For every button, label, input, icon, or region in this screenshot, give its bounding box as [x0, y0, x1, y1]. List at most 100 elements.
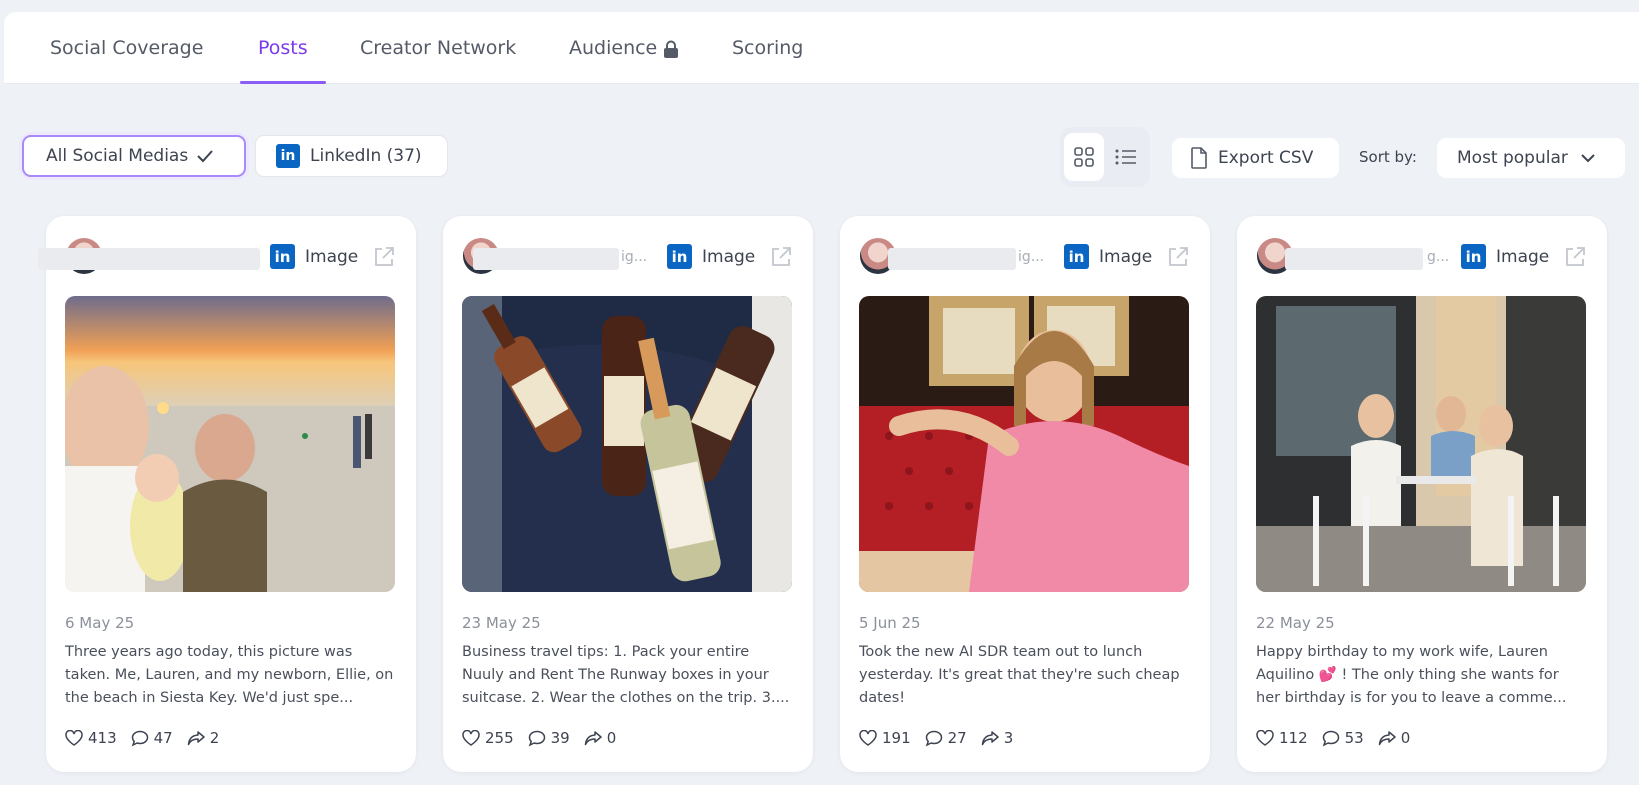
comment-icon: [131, 730, 148, 746]
shares-count: 0: [1400, 729, 1411, 747]
comments-count: 39: [550, 729, 570, 747]
tab-label: Audience: [569, 37, 658, 59]
shares-count: 3: [1003, 729, 1014, 747]
grid-icon: [1074, 147, 1094, 167]
sort-dropdown[interactable]: Most popular: [1437, 138, 1625, 178]
post-card[interactable]: in Image 6 May 25 Three years ago today,…: [38, 216, 416, 772]
tab-bar: Social Coverage Posts Creator Network Au…: [4, 12, 1639, 84]
content-type-label: Image: [1099, 246, 1153, 267]
external-link-icon[interactable]: [770, 246, 792, 268]
comments-stat: 27: [925, 729, 967, 747]
linkedin-icon: in: [1461, 244, 1486, 269]
sort-label: Sort by:: [1359, 148, 1417, 166]
post-text: Three years ago today, this picture was …: [65, 644, 394, 706]
likes-count: 112: [1279, 729, 1308, 747]
content-type: in Image: [667, 244, 755, 269]
post-stats: 112 53 0: [1256, 729, 1424, 747]
post-image-wine-bottles[interactable]: [462, 296, 792, 592]
lock-icon: [664, 40, 679, 58]
list-view-button[interactable]: [1106, 133, 1146, 181]
tab-posts[interactable]: Posts: [240, 12, 326, 84]
linkedin-icon: in: [667, 244, 692, 269]
post-image-beach[interactable]: [65, 296, 395, 592]
post-date: 5 Jun 25: [859, 614, 921, 632]
comment-icon: [1322, 730, 1339, 746]
comments-count: 27: [947, 729, 967, 747]
filter-label: LinkedIn (37): [310, 146, 422, 166]
post-stats: 413 47 2: [65, 729, 233, 747]
external-link-icon[interactable]: [1564, 246, 1586, 268]
content-type-label: Image: [305, 246, 359, 267]
linkedin-icon: in: [270, 244, 295, 269]
sort-value: Most popular: [1457, 148, 1568, 168]
tab-creator-network[interactable]: Creator Network: [360, 12, 516, 84]
author-name-redacted: [888, 248, 1016, 270]
tab-label: Social Coverage: [50, 37, 204, 59]
shares-count: 0: [606, 729, 617, 747]
post-image-restaurant[interactable]: [859, 296, 1189, 592]
author-name-tail: ig...: [621, 249, 648, 265]
post-date: 23 May 25: [462, 614, 541, 632]
filter-label: All Social Medias: [46, 146, 189, 166]
comments-count: 47: [153, 729, 173, 747]
comments-stat: 39: [528, 729, 570, 747]
filter-linkedin[interactable]: in LinkedIn (37): [255, 135, 448, 177]
comment-icon: [528, 730, 545, 746]
post-card[interactable]: ig... in Image 23 May 25 Business travel…: [443, 216, 813, 772]
heart-icon: [65, 730, 83, 746]
grid-view-button[interactable]: [1064, 133, 1104, 181]
csv-file-icon: [1191, 147, 1207, 169]
share-icon: [187, 731, 205, 746]
content-type: in Image: [1461, 244, 1549, 269]
heart-icon: [859, 730, 877, 746]
author-name-tail: g...: [1427, 249, 1450, 265]
tab-label: Scoring: [732, 37, 804, 59]
shares-stat: 2: [187, 729, 220, 747]
comments-count: 53: [1344, 729, 1364, 747]
filter-all-social-medias[interactable]: All Social Medias: [22, 135, 246, 177]
list-icon: [1115, 149, 1136, 165]
post-card[interactable]: g... in Image 22 May 25 Happy birthday t…: [1237, 216, 1607, 772]
share-icon: [1378, 731, 1396, 746]
post-date: 6 May 25: [65, 614, 135, 632]
post-card[interactable]: ig... in Image 5 Jun 25 Took the new AI …: [840, 216, 1210, 772]
share-icon: [584, 731, 602, 746]
author-name-redacted: [473, 248, 619, 270]
heart-icon: [1256, 730, 1274, 746]
share-icon: [981, 731, 999, 746]
comments-stat: 47: [131, 729, 173, 747]
tab-label: Creator Network: [360, 37, 517, 59]
shares-stat: 0: [1378, 729, 1411, 747]
heart-icon: [462, 730, 480, 746]
content-type-label: Image: [1496, 246, 1550, 267]
post-date: 22 May 25: [1256, 614, 1335, 632]
post-text: Took the new AI SDR team out to lunch ye…: [859, 644, 1180, 706]
likes-stat: 191: [859, 729, 911, 747]
tab-scoring[interactable]: Scoring: [732, 12, 803, 84]
external-link-icon[interactable]: [1167, 246, 1189, 268]
content-type: in Image: [1064, 244, 1152, 269]
chevron-down-icon: [1581, 154, 1595, 163]
author-name-redacted: [1285, 248, 1423, 270]
likes-stat: 112: [1256, 729, 1308, 747]
export-label: Export CSV: [1218, 148, 1314, 168]
comments-stat: 53: [1322, 729, 1364, 747]
linkedin-icon: in: [1064, 244, 1089, 269]
post-text: Business travel tips: 1. Pack your entir…: [462, 644, 790, 706]
checkmark-icon: [197, 150, 213, 163]
tab-social-coverage[interactable]: Social Coverage: [50, 12, 203, 84]
likes-stat: 413: [65, 729, 117, 747]
export-csv-button[interactable]: Export CSV: [1172, 138, 1339, 178]
content-type-label: Image: [702, 246, 756, 267]
author-name-redacted: [38, 248, 260, 270]
tab-label: Posts: [258, 37, 308, 59]
shares-stat: 3: [981, 729, 1014, 747]
likes-count: 255: [485, 729, 514, 747]
shares-count: 2: [209, 729, 220, 747]
post-image-cafe[interactable]: [1256, 296, 1586, 592]
linkedin-icon: in: [276, 144, 300, 168]
tab-audience[interactable]: Audience: [569, 12, 679, 84]
likes-stat: 255: [462, 729, 514, 747]
likes-count: 191: [882, 729, 911, 747]
external-link-icon[interactable]: [373, 246, 395, 268]
